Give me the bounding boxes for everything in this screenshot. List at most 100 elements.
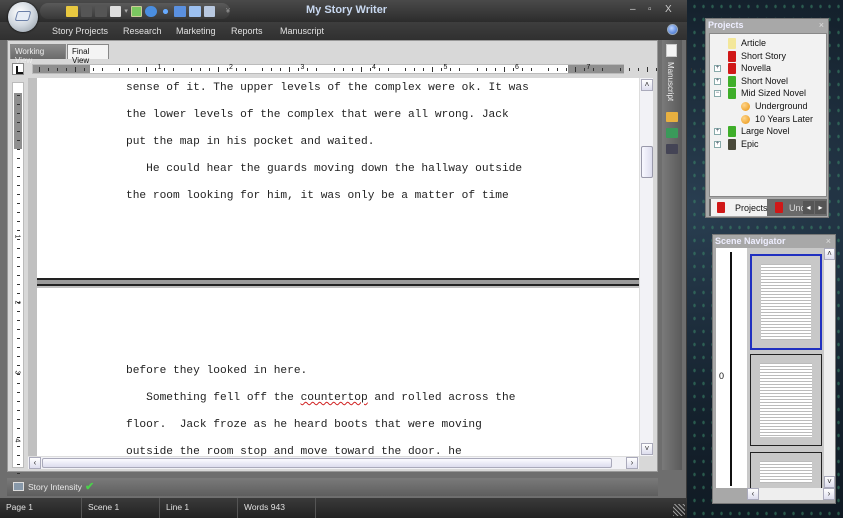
ruler-marker: 0 xyxy=(719,371,725,381)
folder-icon[interactable] xyxy=(66,5,78,17)
expand-icon[interactable]: + xyxy=(714,77,721,85)
tree-item[interactable]: + Epic xyxy=(710,138,826,151)
close-button[interactable]: X xyxy=(665,4,672,15)
expand-icon[interactable]: + xyxy=(714,65,721,73)
layout-icon[interactable] xyxy=(174,5,186,17)
menu-marketing[interactable]: Marketing xyxy=(176,26,216,36)
tree-item[interactable]: + Large Novel xyxy=(710,126,826,138)
close-icon[interactable]: × xyxy=(826,236,831,246)
bubble-icon[interactable] xyxy=(145,5,157,17)
page-thumbnail-selected[interactable] xyxy=(750,254,822,350)
help-icon[interactable] xyxy=(667,24,678,35)
ruler-tick xyxy=(17,383,20,384)
tab-scroll-right[interactable]: ▸ xyxy=(815,201,826,214)
scroll-up-button[interactable]: ˄ xyxy=(641,79,653,91)
ruler-margin-left[interactable] xyxy=(33,65,90,73)
projects-icon xyxy=(717,202,725,213)
scroll-down-button[interactable]: ˅ xyxy=(641,443,653,455)
ruler-tick xyxy=(593,68,595,71)
tree-item[interactable]: − Mid Sized Novel xyxy=(710,88,826,100)
story-intensity-label[interactable]: Story Intensity xyxy=(28,482,82,492)
customize-icon[interactable]: ¥ xyxy=(226,8,230,15)
ruler-tick xyxy=(584,68,586,71)
tree-item[interactable]: Underground xyxy=(710,101,826,113)
ruler-tick xyxy=(360,67,362,72)
scroll-up-button[interactable]: ˄ xyxy=(824,248,835,260)
expand-icon[interactable]: + xyxy=(714,128,721,136)
scroll-down-button[interactable]: ˅ xyxy=(824,476,835,488)
tab-scroll-left[interactable]: ◂ xyxy=(803,201,814,214)
ruler-tick xyxy=(190,68,192,71)
scroll-right-button[interactable]: › xyxy=(823,488,835,500)
close-icon[interactable]: × xyxy=(819,20,824,30)
book-icon xyxy=(728,88,736,100)
ruler-tick xyxy=(17,194,20,195)
status-bar: Page 1 Scene 1 Line 1 Words 943 xyxy=(0,498,687,518)
ruler-tick xyxy=(298,68,300,71)
tab-projects[interactable]: Projects xyxy=(711,199,768,216)
app-menu-button[interactable] xyxy=(8,2,38,32)
ruler-tick xyxy=(17,167,20,168)
view-icon[interactable] xyxy=(189,5,201,17)
save-all-icon[interactable] xyxy=(95,5,107,17)
maximize-button[interactable]: ▫ xyxy=(648,4,652,15)
save-icon[interactable] xyxy=(80,5,93,17)
tree-item[interactable]: + Novella xyxy=(710,63,826,75)
menu-manuscript[interactable]: Manuscript xyxy=(280,26,324,36)
car-icon[interactable] xyxy=(666,144,678,154)
tree-item[interactable]: Article xyxy=(710,38,826,50)
horizontal-ruler[interactable]: 1 2 3 4 5 6 7 xyxy=(32,64,702,74)
misspelled-word[interactable]: countertop xyxy=(301,392,368,404)
tab-stop-selector[interactable] xyxy=(12,63,24,75)
story-intensity-bar: Story Intensity ✔ xyxy=(7,478,658,496)
expand-icon[interactable]: + xyxy=(714,140,721,148)
scroll-left-button[interactable]: ‹ xyxy=(747,488,759,500)
document-editor[interactable]: sense of it. The upper levels of the com… xyxy=(28,78,640,456)
ruler-tick xyxy=(557,68,559,71)
scroll-thumb[interactable] xyxy=(641,146,653,178)
scroll-thumb[interactable] xyxy=(42,458,612,468)
ruler-tick xyxy=(700,68,702,71)
tree-item-label: Short Story xyxy=(741,50,787,61)
scroll-right-button[interactable]: › xyxy=(626,457,638,469)
panel-icon[interactable] xyxy=(203,5,216,17)
vertical-scrollbar[interactable]: ˄ ˅ xyxy=(824,248,835,488)
tree-item[interactable]: 10 Years Later xyxy=(710,114,826,126)
tab-working-view[interactable]: Working View xyxy=(10,44,66,65)
ruler-tick xyxy=(646,67,648,72)
island-icon[interactable] xyxy=(666,128,678,138)
tree-item[interactable]: + Short Novel xyxy=(710,75,826,88)
check-icon[interactable]: ✔ xyxy=(85,480,94,493)
collapse-icon[interactable]: − xyxy=(714,90,721,98)
mail-icon[interactable] xyxy=(666,112,678,122)
horizontal-scrollbar[interactable]: ‹ › xyxy=(747,488,835,500)
page-thumbnail[interactable] xyxy=(750,452,822,492)
print-icon[interactable] xyxy=(109,5,122,17)
dropdown-icon[interactable]: ▾ xyxy=(124,7,128,15)
manuscript-tab[interactable]: Manuscript xyxy=(666,62,675,101)
ruler-margin-right[interactable] xyxy=(568,65,624,73)
vertical-scrollbar[interactable]: ˄ ˅ xyxy=(639,78,653,456)
ruler-tick xyxy=(83,68,85,71)
menu-research[interactable]: Research xyxy=(123,26,162,36)
horizontal-scrollbar[interactable]: ‹ › xyxy=(28,456,639,469)
menu-reports[interactable]: Reports xyxy=(231,26,263,36)
ruler-tick xyxy=(548,68,550,71)
chart-icon[interactable] xyxy=(13,482,24,491)
ruler-number: 6 xyxy=(515,64,519,71)
grid-icon[interactable] xyxy=(130,5,143,17)
minimize-button[interactable]: – xyxy=(630,4,636,15)
scene-icon xyxy=(741,102,750,111)
tree-item[interactable]: Short Story xyxy=(710,50,826,63)
resize-grip[interactable] xyxy=(673,504,685,516)
ruler-tick xyxy=(485,68,487,71)
dots-icon[interactable] xyxy=(159,5,172,17)
menu-story-projects[interactable]: Story Projects xyxy=(52,26,108,36)
ruler-tick xyxy=(441,68,443,71)
vertical-ruler[interactable]: 1 2 3 4 xyxy=(12,82,24,483)
scroll-left-button[interactable]: ‹ xyxy=(29,457,41,469)
tab-final-view[interactable]: Final View xyxy=(67,44,109,65)
page-icon[interactable] xyxy=(666,44,677,57)
tab-unc[interactable]: Unc xyxy=(771,199,805,216)
page-thumbnail[interactable] xyxy=(750,354,822,446)
